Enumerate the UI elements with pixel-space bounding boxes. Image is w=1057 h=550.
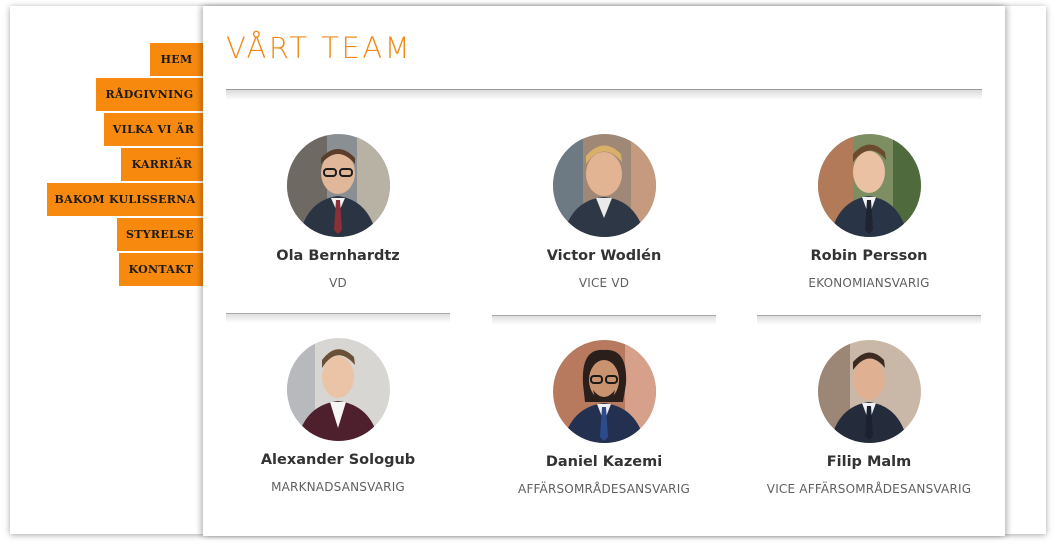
nav-item-radgivning[interactable]: RÅDGIVNING: [96, 78, 203, 111]
member-role: VICE VD: [578, 276, 630, 290]
nav-item-kontakt[interactable]: KONTAKT: [119, 253, 203, 286]
card-divider-shadow: [757, 316, 981, 325]
team-member-card: Daniel Kazemi AFFÄRSOMRÅDESANSVARIG: [492, 340, 716, 496]
portrait-photo: [817, 340, 921, 443]
nav-item-karriar[interactable]: KARRIÄR: [121, 148, 203, 181]
nav-item-bakom-kulisserna[interactable]: BAKOM KULISSERNA: [47, 183, 203, 216]
avatar: [286, 338, 390, 441]
team-member-card: Filip Malm VICE AFFÄRSOMRÅDESANSVARIG: [757, 340, 981, 496]
portrait-photo: [552, 134, 656, 237]
member-name: Victor Wodlén: [546, 248, 662, 264]
portrait-photo: [552, 340, 656, 443]
avatar: [552, 340, 656, 443]
member-name: Alexander Sologub: [260, 452, 416, 468]
page-title: VÅRT TEAM: [226, 31, 413, 65]
member-role: VD: [329, 276, 347, 290]
portrait-photo: [817, 134, 921, 237]
card-divider-shadow: [492, 316, 716, 325]
nav-item-styrelse[interactable]: STYRELSE: [117, 218, 203, 251]
member-role: MARKNADSANSVARIG: [271, 480, 405, 494]
member-name: Ola Bernhardtz: [276, 248, 400, 264]
avatar: [817, 340, 921, 443]
nav-item-vilka-vi-ar[interactable]: VILKA VI ÄR: [104, 113, 203, 146]
avatar: [552, 134, 656, 237]
avatar: [817, 134, 921, 237]
portrait-photo: [286, 338, 390, 441]
nav-item-hem[interactable]: HEM: [150, 43, 203, 76]
member-role: EKONOMIANSVARIG: [808, 276, 930, 290]
team-member-card: Victor Wodlén VICE VD: [492, 134, 716, 290]
member-name: Filip Malm: [826, 454, 912, 470]
card-divider-shadow: [226, 314, 450, 323]
team-member-card: Ola Bernhardtz VD: [226, 134, 450, 290]
member-role: AFFÄRSOMRÅDESANSVARIG: [518, 482, 690, 496]
member-role: VICE AFFÄRSOMRÅDESANSVARIG: [766, 482, 972, 496]
member-name: Daniel Kazemi: [545, 454, 663, 470]
member-name: Robin Persson: [810, 248, 928, 264]
avatar: [286, 134, 390, 237]
content-panel: VÅRT TEAM Ola Bernhardtz VD Victor Wodlé…: [203, 6, 1005, 536]
team-member-card: Robin Persson EKONOMIANSVARIG: [757, 134, 981, 290]
team-member-card: Alexander Sologub MARKNADSANSVARIG: [226, 338, 450, 494]
portrait-photo: [286, 134, 390, 237]
title-divider-shadow: [226, 90, 982, 100]
